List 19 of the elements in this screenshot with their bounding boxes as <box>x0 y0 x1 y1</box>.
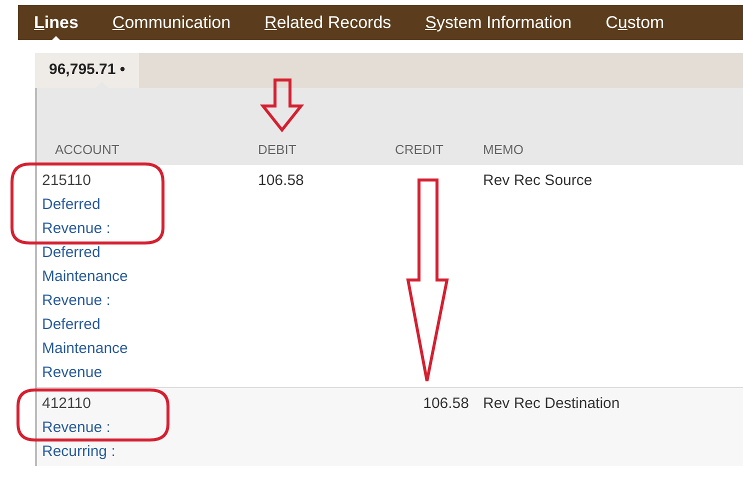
down-arrow <box>260 78 304 132</box>
column-header: DEBIT <box>258 140 298 158</box>
subtab[interactable]: 96,795.71 • <box>35 53 140 88</box>
memo-cell: Rev Rec Source <box>483 172 592 189</box>
account-link[interactable]: Deferred Revenue : Deferred Maintenance Revenue : Deferred Maintenance Revenue <box>42 193 157 385</box>
account-number: 215110 <box>42 171 92 191</box>
tab[interactable]: Lines <box>34 8 78 38</box>
tab[interactable]: System Information <box>425 8 572 38</box>
column-header: CREDIT <box>395 140 444 158</box>
account-link[interactable]: Revenue : Recurring : <box>42 416 157 464</box>
tab[interactable]: Communication <box>112 8 231 38</box>
column-header: ACCOUNT <box>54 140 120 158</box>
column-header: MEMO <box>483 140 524 158</box>
tab[interactable]: Custom <box>606 8 664 38</box>
memo-cell: Rev Rec Destination <box>483 395 620 412</box>
credit-cell-text: 106.58 <box>423 394 469 414</box>
account-number: 412110 <box>42 394 92 414</box>
debit-cell: 106.58 <box>258 172 304 189</box>
tab[interactable]: Related Records <box>264 8 392 38</box>
